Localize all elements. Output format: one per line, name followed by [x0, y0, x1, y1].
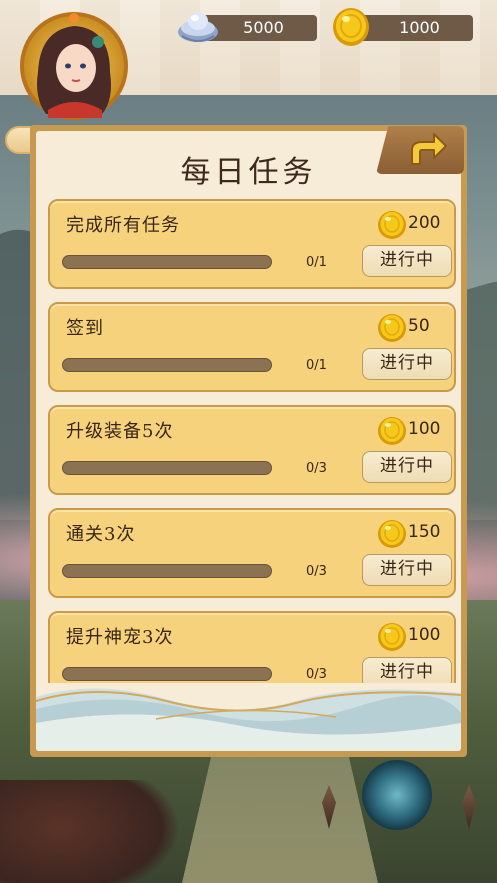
task-name: 提升神宠3次	[66, 627, 174, 648]
reward-amount: 150	[408, 522, 441, 542]
progress-text: 0/3	[306, 564, 327, 579]
progress-text: 0/1	[306, 255, 327, 270]
gold-coin-icon	[333, 8, 369, 46]
progress-bar	[62, 667, 272, 681]
reward-amount: 100	[408, 419, 441, 439]
status-button[interactable]: 进行中	[362, 554, 452, 586]
player-avatar[interactable]	[18, 10, 130, 122]
progress-bar	[62, 461, 272, 475]
reward-amount: 200	[408, 213, 441, 233]
task-name: 签到	[66, 318, 104, 339]
back-arrow-icon	[411, 133, 447, 165]
progress-text: 0/1	[306, 358, 327, 373]
status-button[interactable]: 进行中	[362, 657, 452, 683]
back-button[interactable]	[376, 126, 464, 174]
status-button[interactable]: 进行中	[362, 245, 452, 277]
progress-text: 0/3	[306, 461, 327, 476]
gold-coin-icon	[378, 623, 406, 651]
wave-decoration	[36, 683, 461, 751]
task-item: 签到 50 0/1 进行中	[48, 302, 456, 392]
gold-coin-icon	[378, 211, 406, 239]
progress-bar	[62, 255, 272, 269]
reward-amount: 50	[408, 316, 430, 336]
gold-coin-icon	[378, 314, 406, 342]
progress-bar	[62, 358, 272, 372]
task-list[interactable]: 完成所有任务 200 0/1 进行中 签到 50 0/1 进行中 升级装备5次 …	[44, 195, 458, 683]
status-button[interactable]: 进行中	[362, 348, 452, 380]
tree	[0, 780, 180, 883]
portal-icon	[362, 760, 432, 830]
task-item: 提升神宠3次 100 0/3 进行中	[48, 611, 456, 683]
progress-text: 0/3	[306, 667, 327, 682]
task-name: 升级装备5次	[66, 421, 174, 442]
daily-task-panel: 每日任务 完成所有任务 200 0/1 进行中 签到 50 0/1 进行中 升级…	[30, 125, 467, 757]
task-name: 通关3次	[66, 524, 136, 545]
gold-coin-icon	[378, 520, 406, 548]
silver-ingot-icon	[178, 12, 218, 42]
progress-bar	[62, 564, 272, 578]
reward-amount: 100	[408, 625, 441, 645]
task-item: 通关3次 150 0/3 进行中	[48, 508, 456, 598]
task-item: 升级装备5次 100 0/3 进行中	[48, 405, 456, 495]
gold-coin-icon	[378, 417, 406, 445]
task-name: 完成所有任务	[66, 215, 180, 236]
task-item: 完成所有任务 200 0/1 进行中	[48, 199, 456, 289]
status-button[interactable]: 进行中	[362, 451, 452, 483]
